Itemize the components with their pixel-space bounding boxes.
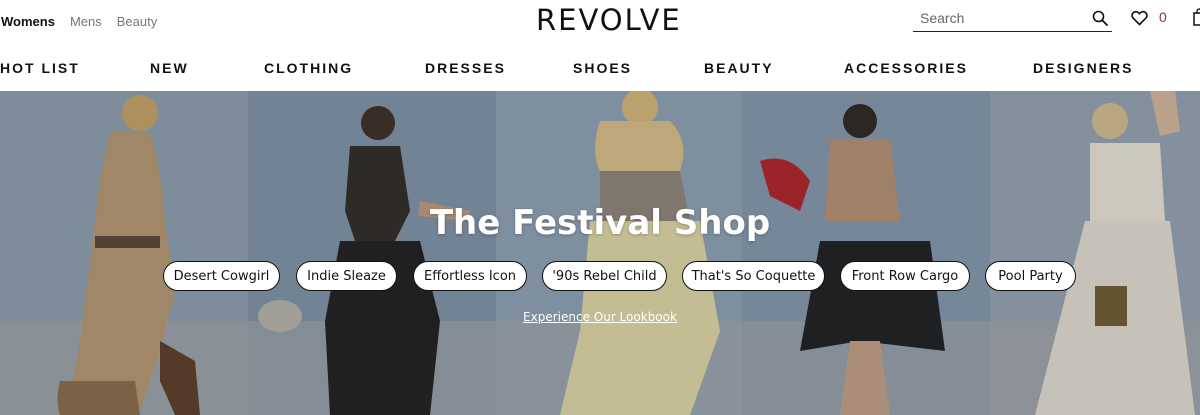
nav-beauty[interactable]: BEAUTY [704,60,774,76]
nav-hot-list[interactable]: HOT LIST [0,60,80,76]
nav-dresses[interactable]: DRESSES [425,60,506,76]
search-box [913,7,1112,32]
hero-banner[interactable]: The Festival Shop Desert Cowgirl Indie S… [0,91,1200,415]
pill-pool-party[interactable]: Pool Party [985,261,1076,291]
tab-womens[interactable]: Womens [1,14,55,29]
wishlist-count[interactable]: 0 [1159,9,1167,25]
nav-accessories[interactable]: ACCESSORIES [844,60,968,76]
hero-title: The Festival Shop [429,203,771,243]
site-logo[interactable]: REVOLVE [536,3,682,37]
top-bar: Womens Mens Beauty REVOLVE 0 [0,0,1200,46]
pill-90s-rebel-child[interactable]: '90s Rebel Child [542,261,667,291]
pill-front-row-cargo[interactable]: Front Row Cargo [840,261,970,291]
search-input[interactable] [913,7,1073,29]
search-icon[interactable] [1092,10,1108,26]
lookbook-link[interactable]: Experience Our Lookbook [0,310,1200,324]
pill-thats-so-coquette[interactable]: That's So Coquette [682,261,825,291]
tab-mens[interactable]: Mens [70,14,102,29]
nav-designers[interactable]: DESIGNERS [1033,60,1133,76]
tab-beauty[interactable]: Beauty [117,14,157,29]
category-nav: HOT LIST NEW CLOTHING DRESSES SHOES BEAU… [0,52,1200,84]
pill-effortless-icon[interactable]: Effortless Icon [413,261,527,291]
nav-clothing[interactable]: CLOTHING [264,60,353,76]
hero-models-image [0,91,1200,415]
pill-desert-cowgirl[interactable]: Desert Cowgirl [163,261,280,291]
gender-tabs: Womens Mens Beauty [1,14,157,29]
pill-indie-sleaze[interactable]: Indie Sleaze [296,261,397,291]
nav-new[interactable]: NEW [150,60,189,76]
nav-shoes[interactable]: SHOES [573,60,632,76]
heart-icon[interactable] [1131,10,1148,26]
shopping-bag-icon[interactable] [1193,8,1200,26]
